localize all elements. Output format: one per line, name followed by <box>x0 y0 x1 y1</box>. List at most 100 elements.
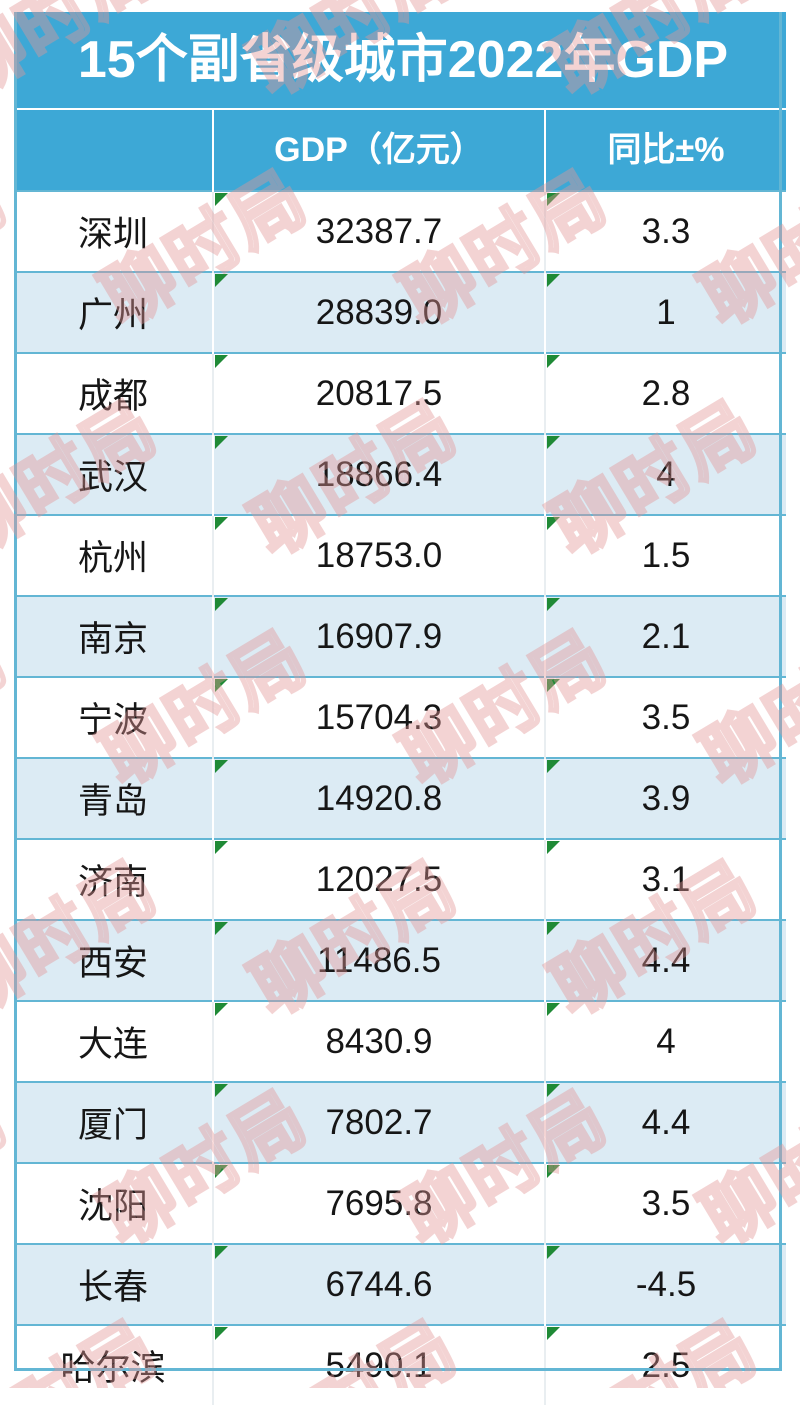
comment-marker-icon <box>215 517 228 530</box>
cell-city: 南京 <box>14 595 213 677</box>
table-row: 厦门 7802.7 4.4 <box>14 1081 787 1163</box>
comment-marker-icon <box>547 274 560 287</box>
table-row: 杭州 18753.0 1.5 <box>14 514 787 596</box>
cell-yoy: -4.5 <box>543 1243 787 1325</box>
cell-yoy: 1 <box>543 271 787 353</box>
title-row: 15个副省级城市2022年GDP <box>14 12 787 109</box>
table-row: 济南 12027.5 3.1 <box>14 838 787 920</box>
cell-yoy: 3.3 <box>543 190 787 272</box>
comment-marker-icon <box>547 1084 560 1097</box>
comment-marker-icon <box>215 274 228 287</box>
comment-marker-icon <box>547 841 560 854</box>
cell-yoy: 1.5 <box>543 514 787 596</box>
column-header-city <box>14 108 213 191</box>
cell-gdp: 20817.5 <box>212 352 545 434</box>
table-row: 沈阳 7695.8 3.5 <box>14 1162 787 1244</box>
comment-marker-icon <box>215 841 228 854</box>
table-body: 深圳 32387.7 3.3 广州 28839.0 1 成都 20817.5 2.8 武汉 1886… <box>14 190 787 1405</box>
comment-marker-icon <box>547 193 560 206</box>
cell-yoy: 2.8 <box>543 352 787 434</box>
cell-yoy: 4 <box>543 1000 787 1082</box>
cell-gdp: 6744.6 <box>212 1243 545 1325</box>
comment-marker-icon <box>547 355 560 368</box>
cell-gdp: 18866.4 <box>212 433 545 515</box>
cell-city: 武汉 <box>14 433 213 515</box>
cell-gdp: 32387.7 <box>212 190 545 272</box>
table-row: 青岛 14920.8 3.9 <box>14 757 787 839</box>
comment-marker-icon <box>215 436 228 449</box>
comment-marker-icon <box>215 1084 228 1097</box>
cell-city: 宁波 <box>14 676 213 758</box>
cell-city: 哈尔滨 <box>14 1324 213 1405</box>
comment-marker-icon <box>215 193 228 206</box>
cell-city: 杭州 <box>14 514 213 596</box>
cell-gdp: 8430.9 <box>212 1000 545 1082</box>
cell-city: 沈阳 <box>14 1162 213 1244</box>
table-row: 长春 6744.6 -4.5 <box>14 1243 787 1325</box>
comment-marker-icon <box>547 517 560 530</box>
table-row: 广州 28839.0 1 <box>14 271 787 353</box>
comment-marker-icon <box>215 355 228 368</box>
cell-city: 大连 <box>14 1000 213 1082</box>
column-header-gdp: GDP（亿元） <box>212 108 545 191</box>
cell-city: 广州 <box>14 271 213 353</box>
cell-gdp: 11486.5 <box>212 919 545 1001</box>
comment-marker-icon <box>547 760 560 773</box>
cell-yoy: 2.5 <box>543 1324 787 1405</box>
comment-marker-icon <box>547 1003 560 1016</box>
page-title: 15个副省级城市2022年GDP <box>14 12 787 109</box>
table-row: 西安 11486.5 4.4 <box>14 919 787 1001</box>
comment-marker-icon <box>547 436 560 449</box>
comment-marker-icon <box>547 922 560 935</box>
table-row: 宁波 15704.3 3.5 <box>14 676 787 758</box>
cell-city: 济南 <box>14 838 213 920</box>
cell-yoy: 4 <box>543 433 787 515</box>
table-row: 南京 16907.9 2.1 <box>14 595 787 677</box>
cell-yoy: 2.1 <box>543 595 787 677</box>
cell-yoy: 3.5 <box>543 1162 787 1244</box>
gdp-table-container: 15个副省级城市2022年GDP GDP（亿元） 同比±% 深圳 32387.7 3… <box>14 12 787 1405</box>
cell-city: 青岛 <box>14 757 213 839</box>
comment-marker-icon <box>215 1165 228 1178</box>
table-row: 武汉 18866.4 4 <box>14 433 787 515</box>
table-row: 成都 20817.5 2.8 <box>14 352 787 434</box>
cell-gdp: 16907.9 <box>212 595 545 677</box>
cell-gdp: 18753.0 <box>212 514 545 596</box>
comment-marker-icon <box>547 1327 560 1340</box>
comment-marker-icon <box>215 598 228 611</box>
gdp-table: 15个副省级城市2022年GDP GDP（亿元） 同比±% 深圳 32387.7 3… <box>14 12 787 1405</box>
comment-marker-icon <box>215 760 228 773</box>
comment-marker-icon <box>215 679 228 692</box>
cell-city: 西安 <box>14 919 213 1001</box>
table-row: 哈尔滨 5490.1 2.5 <box>14 1324 787 1405</box>
cell-gdp: 5490.1 <box>212 1324 545 1405</box>
column-header-yoy: 同比±% <box>543 108 787 191</box>
cell-yoy: 4.4 <box>543 1081 787 1163</box>
table-row: 大连 8430.9 4 <box>14 1000 787 1082</box>
comment-marker-icon <box>215 1246 228 1259</box>
cell-gdp: 7695.8 <box>212 1162 545 1244</box>
comment-marker-icon <box>215 1003 228 1016</box>
cell-yoy: 4.4 <box>543 919 787 1001</box>
cell-yoy: 3.9 <box>543 757 787 839</box>
comment-marker-icon <box>547 679 560 692</box>
cell-yoy: 3.5 <box>543 676 787 758</box>
table-head: 15个副省级城市2022年GDP GDP（亿元） 同比±% <box>14 12 787 191</box>
comment-marker-icon <box>547 1165 560 1178</box>
comment-marker-icon <box>547 1246 560 1259</box>
cell-gdp: 12027.5 <box>212 838 545 920</box>
cell-gdp: 7802.7 <box>212 1081 545 1163</box>
cell-city: 深圳 <box>14 190 213 272</box>
cell-city: 厦门 <box>14 1081 213 1163</box>
table-row: 深圳 32387.7 3.3 <box>14 190 787 272</box>
cell-city: 长春 <box>14 1243 213 1325</box>
cell-gdp: 15704.3 <box>212 676 545 758</box>
cell-gdp: 14920.8 <box>212 757 545 839</box>
comment-marker-icon <box>547 598 560 611</box>
comment-marker-icon <box>215 922 228 935</box>
cell-gdp: 28839.0 <box>212 271 545 353</box>
comment-marker-icon <box>215 1327 228 1340</box>
column-header-row: GDP（亿元） 同比±% <box>14 108 787 191</box>
cell-city: 成都 <box>14 352 213 434</box>
cell-yoy: 3.1 <box>543 838 787 920</box>
